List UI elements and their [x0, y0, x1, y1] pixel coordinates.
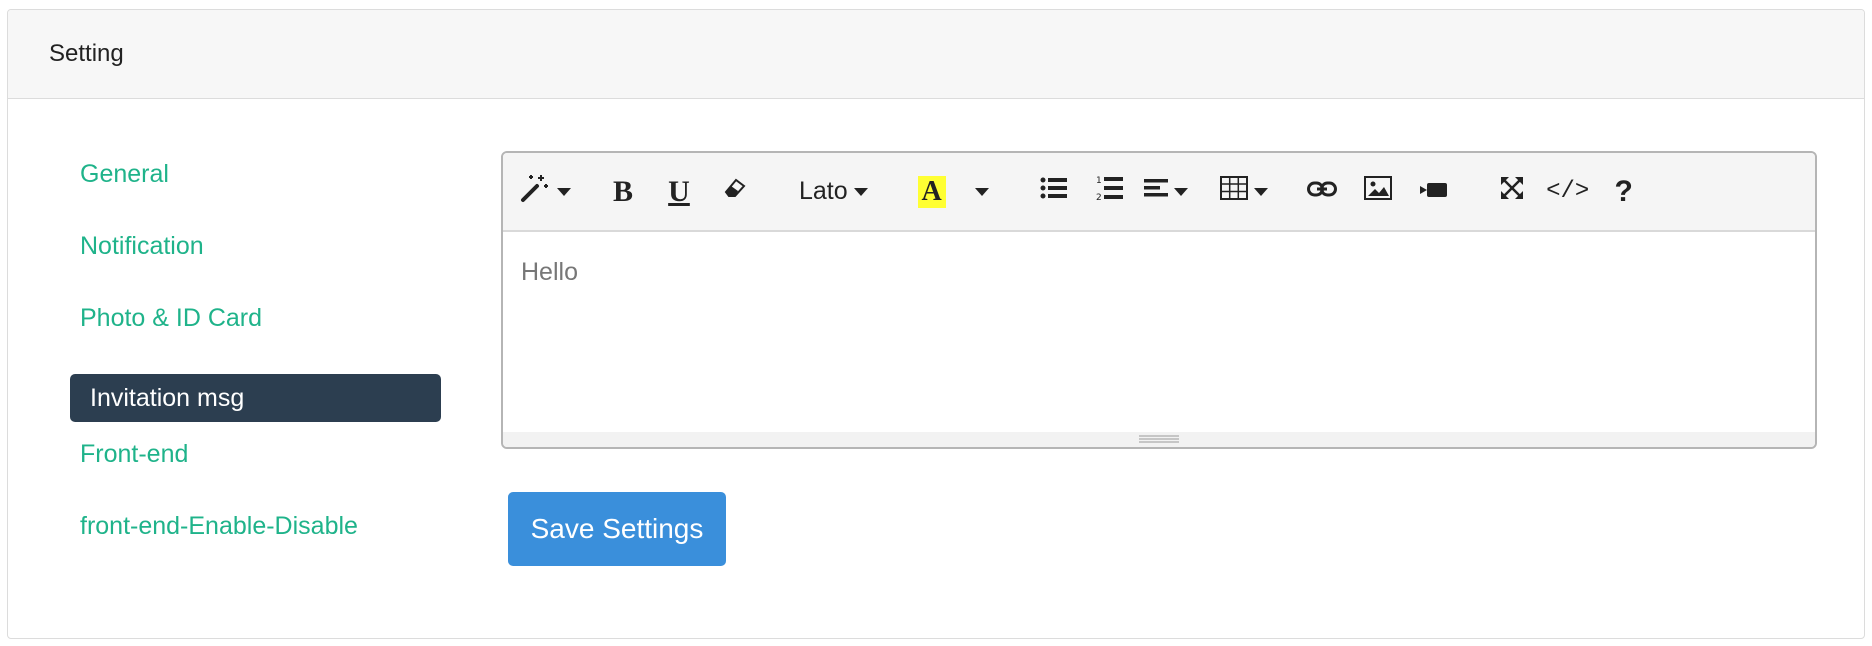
numbered-list-icon: 1 2: [1096, 175, 1124, 208]
sidebar-item-label: Invitation msg: [90, 383, 245, 412]
panel-header: Setting: [8, 10, 1864, 99]
help-button[interactable]: ?: [1596, 168, 1652, 216]
editor-resize-handle[interactable]: [503, 432, 1815, 447]
insert-group: [1294, 168, 1462, 216]
insert-link-button[interactable]: [1294, 168, 1350, 216]
ordered-list-button[interactable]: 1 2: [1082, 168, 1138, 216]
highlight-color-button[interactable]: A: [904, 168, 960, 216]
font-family-dropdown[interactable]: Lato: [785, 168, 882, 216]
highlight-icon: A: [917, 175, 946, 208]
font-family-value: Lato: [799, 177, 848, 205]
panel-title: Setting: [49, 40, 124, 67]
sidebar-item-label: Front-end: [80, 439, 189, 468]
chevron-down-icon: [1173, 187, 1188, 196]
code-view-button[interactable]: </>: [1540, 168, 1596, 216]
table-dropdown-button[interactable]: [1216, 168, 1272, 216]
view-group: </> ?: [1484, 168, 1652, 216]
sidebar-item-front-end-enable-disable[interactable]: front-end-Enable-Disable: [70, 502, 441, 550]
sidebar-item-general[interactable]: General: [70, 150, 441, 198]
help-icon: ?: [1614, 174, 1633, 208]
sidebar-item-invitation-msg[interactable]: Invitation msg: [70, 374, 441, 422]
underline-icon: U: [668, 174, 690, 208]
style-dropdown-button[interactable]: [517, 168, 573, 216]
resize-grip-icon: [1139, 435, 1179, 443]
sidebar-item-label: Photo & ID Card: [80, 303, 263, 332]
underline-button[interactable]: U: [651, 168, 707, 216]
chevron-down-icon: [1253, 187, 1268, 196]
paragraph-group: 1 2: [1026, 168, 1194, 216]
sidebar-item-photo-id-card[interactable]: Photo & ID Card: [70, 294, 441, 342]
clear-format-button[interactable]: [707, 168, 763, 216]
code-icon: </>: [1546, 178, 1590, 205]
save-settings-button[interactable]: Save Settings: [508, 492, 726, 566]
sidebar-item-label: front-end-Enable-Disable: [80, 511, 358, 540]
editor-content-area[interactable]: Hello: [503, 232, 1815, 430]
link-icon: [1306, 178, 1337, 206]
table-icon: [1219, 176, 1248, 207]
font-name-group: Lato: [785, 168, 882, 216]
align-left-icon: [1143, 177, 1168, 206]
chevron-down-icon: [974, 187, 989, 196]
chevron-down-icon: [557, 187, 571, 196]
chevron-down-icon: [853, 187, 868, 196]
settings-sidebar: General Notification Photo & ID Card Inv…: [70, 150, 441, 550]
insert-image-button[interactable]: [1350, 168, 1406, 216]
bold-icon: B: [612, 174, 633, 208]
rich-text-editor: B U Lato A 1 2 </> ? Hello: [501, 151, 1817, 449]
sidebar-item-label: General: [80, 159, 169, 188]
image-icon: [1363, 176, 1392, 207]
fullscreen-button[interactable]: [1484, 168, 1540, 216]
bold-button[interactable]: B: [595, 168, 651, 216]
magic-wand-icon: [519, 172, 551, 211]
sidebar-item-front-end[interactable]: Front-end: [70, 430, 441, 478]
color-group: A: [904, 168, 1004, 216]
style-group: [517, 168, 573, 216]
editor-toolbar: B U Lato A 1 2 </> ?: [503, 153, 1815, 232]
svg-text:1: 1: [1096, 176, 1102, 186]
align-dropdown-button[interactable]: [1138, 168, 1194, 216]
insert-video-button[interactable]: [1406, 168, 1462, 216]
eraser-icon: [723, 176, 747, 207]
sidebar-item-label: Notification: [80, 231, 204, 260]
video-icon: [1419, 178, 1448, 206]
unordered-list-button[interactable]: [1026, 168, 1082, 216]
svg-text:2: 2: [1096, 193, 1102, 201]
bullet-list-icon: [1040, 176, 1068, 207]
fullscreen-icon: [1500, 176, 1524, 207]
editor-content-text: Hello: [521, 258, 578, 286]
font-style-group: B U: [595, 168, 763, 216]
sidebar-item-notification[interactable]: Notification: [70, 222, 441, 270]
color-dropdown-button[interactable]: [960, 168, 1004, 216]
table-group: [1216, 168, 1272, 216]
